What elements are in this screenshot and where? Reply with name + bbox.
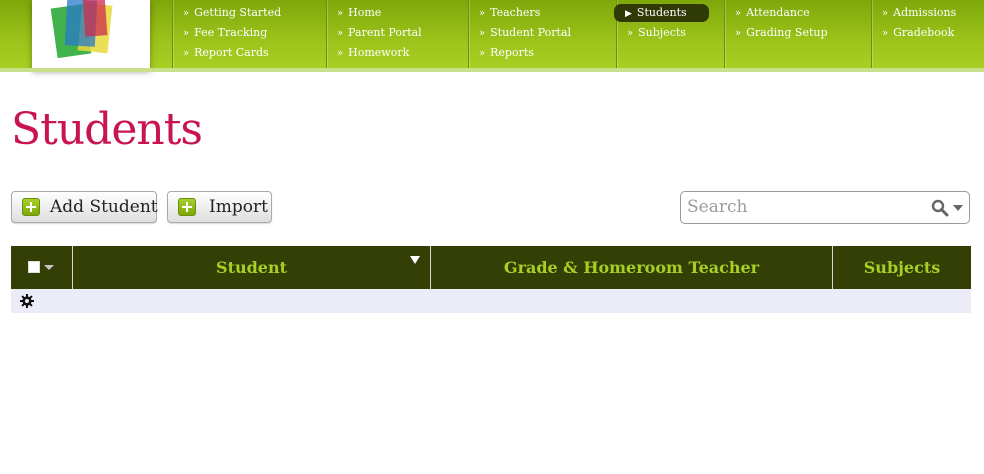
bullet-icon: » [882, 28, 889, 39]
column-header-label: Student [216, 258, 287, 277]
gear-icon[interactable] [20, 294, 34, 308]
select-all-checkbox[interactable] [28, 261, 40, 273]
import-label: Import [209, 197, 268, 217]
sort-desc-icon[interactable] [410, 256, 420, 264]
nav-link-report-cards[interactable]: » Report Cards [183, 44, 269, 62]
nav-column-1: » Getting Started » Fee Tracking » Report C… [172, 0, 326, 68]
nav-divider [0, 68, 984, 72]
column-header-label: Grade & Homeroom Teacher [503, 258, 760, 277]
nav-link-label: Student Portal [490, 26, 572, 39]
nav-link-label: Subjects [638, 26, 686, 39]
plus-icon [178, 198, 196, 216]
nav-link-teachers[interactable]: » Teachers [479, 4, 540, 22]
nav-link-label: Home [348, 6, 382, 19]
nav-column-5: » Attendance » Grading Setup [724, 0, 871, 68]
nav-link-getting-started[interactable]: » Getting Started [183, 4, 281, 22]
nav-link-label: Homework [348, 46, 410, 59]
nav-link-grading-setup[interactable]: » Grading Setup [735, 24, 828, 42]
play-icon: ▶ [625, 9, 632, 19]
nav-column-2: » Home » Parent Portal » Homework [326, 0, 468, 68]
bullet-icon: » [337, 28, 344, 39]
bullet-icon: » [183, 48, 190, 59]
bullet-icon: » [479, 8, 486, 19]
bullet-icon: » [882, 8, 889, 19]
top-navigation-bar: » Getting Started » Fee Tracking » Report C… [0, 0, 984, 70]
nav-column-6: » Admissions » Gradebook [871, 0, 984, 68]
nav-link-home[interactable]: » Home [337, 4, 381, 22]
add-student-button[interactable]: Add Student [11, 191, 158, 223]
nav-link-students-active[interactable]: ▶ Students [614, 4, 709, 22]
nav-column-4: ▶ Students » Subjects [614, 0, 724, 68]
nav-link-homework[interactable]: » Homework [337, 44, 409, 62]
bullet-icon: » [337, 48, 344, 59]
add-student-label: Add Student [50, 197, 158, 217]
nav-link-reports[interactable]: » Reports [479, 44, 534, 62]
bullet-icon: » [183, 28, 190, 39]
page-title: Students [11, 104, 203, 155]
nav-link-label: Teachers [490, 6, 541, 19]
bullet-icon: » [735, 28, 742, 39]
logo-icon [50, 0, 113, 59]
chevron-down-icon[interactable] [953, 205, 963, 211]
nav-link-label: Fee Tracking [194, 26, 268, 39]
nav-link-label: Students [636, 6, 687, 19]
nav-link-label: Reports [490, 46, 534, 59]
nav-link-label: Parent Portal [348, 26, 422, 39]
column-header-grade-homeroom[interactable]: Grade & Homeroom Teacher [431, 246, 832, 289]
table-header: Student Grade & Homeroom Teacher Subject… [11, 246, 971, 289]
nav-link-label: Grading Setup [746, 26, 828, 39]
bullet-icon: » [183, 8, 190, 19]
plus-icon [22, 198, 40, 216]
search-icon[interactable] [931, 199, 949, 217]
table-actions-row [11, 289, 971, 313]
nav-link-subjects[interactable]: » Subjects [627, 24, 686, 42]
import-button[interactable]: Import [167, 191, 272, 223]
nav-link-label: Admissions [893, 6, 957, 19]
search-box [680, 191, 970, 224]
nav-link-label: Attendance [746, 6, 810, 19]
nav-link-parent-portal[interactable]: » Parent Portal [337, 24, 422, 42]
column-header-label: Subjects [863, 258, 941, 277]
nav-link-attendance[interactable]: » Attendance [735, 4, 810, 22]
column-header-student[interactable]: Student [73, 246, 430, 289]
nav-link-label: Gradebook [893, 26, 955, 39]
nav-link-gradebook[interactable]: » Gradebook [882, 24, 954, 42]
bullet-icon: » [479, 48, 486, 59]
nav-link-student-portal[interactable]: » Student Portal [479, 24, 571, 42]
nav-column-3: » Teachers » Student Portal » Reports [468, 0, 616, 68]
nav-link-label: Getting Started [194, 6, 282, 19]
nav-link-fee-tracking[interactable]: » Fee Tracking [183, 24, 267, 42]
bullet-icon: » [479, 28, 486, 39]
nav-link-admissions[interactable]: » Admissions [882, 4, 956, 22]
logo[interactable] [32, 0, 150, 70]
bullet-icon: » [735, 8, 742, 19]
bullet-icon: » [627, 28, 634, 39]
chevron-down-icon[interactable] [44, 265, 54, 270]
nav-link-label: Report Cards [194, 46, 269, 59]
column-header-subjects[interactable]: Subjects [833, 246, 971, 289]
bullet-icon: » [337, 8, 344, 19]
search-input[interactable] [687, 195, 917, 219]
select-all-cell[interactable] [11, 246, 72, 289]
